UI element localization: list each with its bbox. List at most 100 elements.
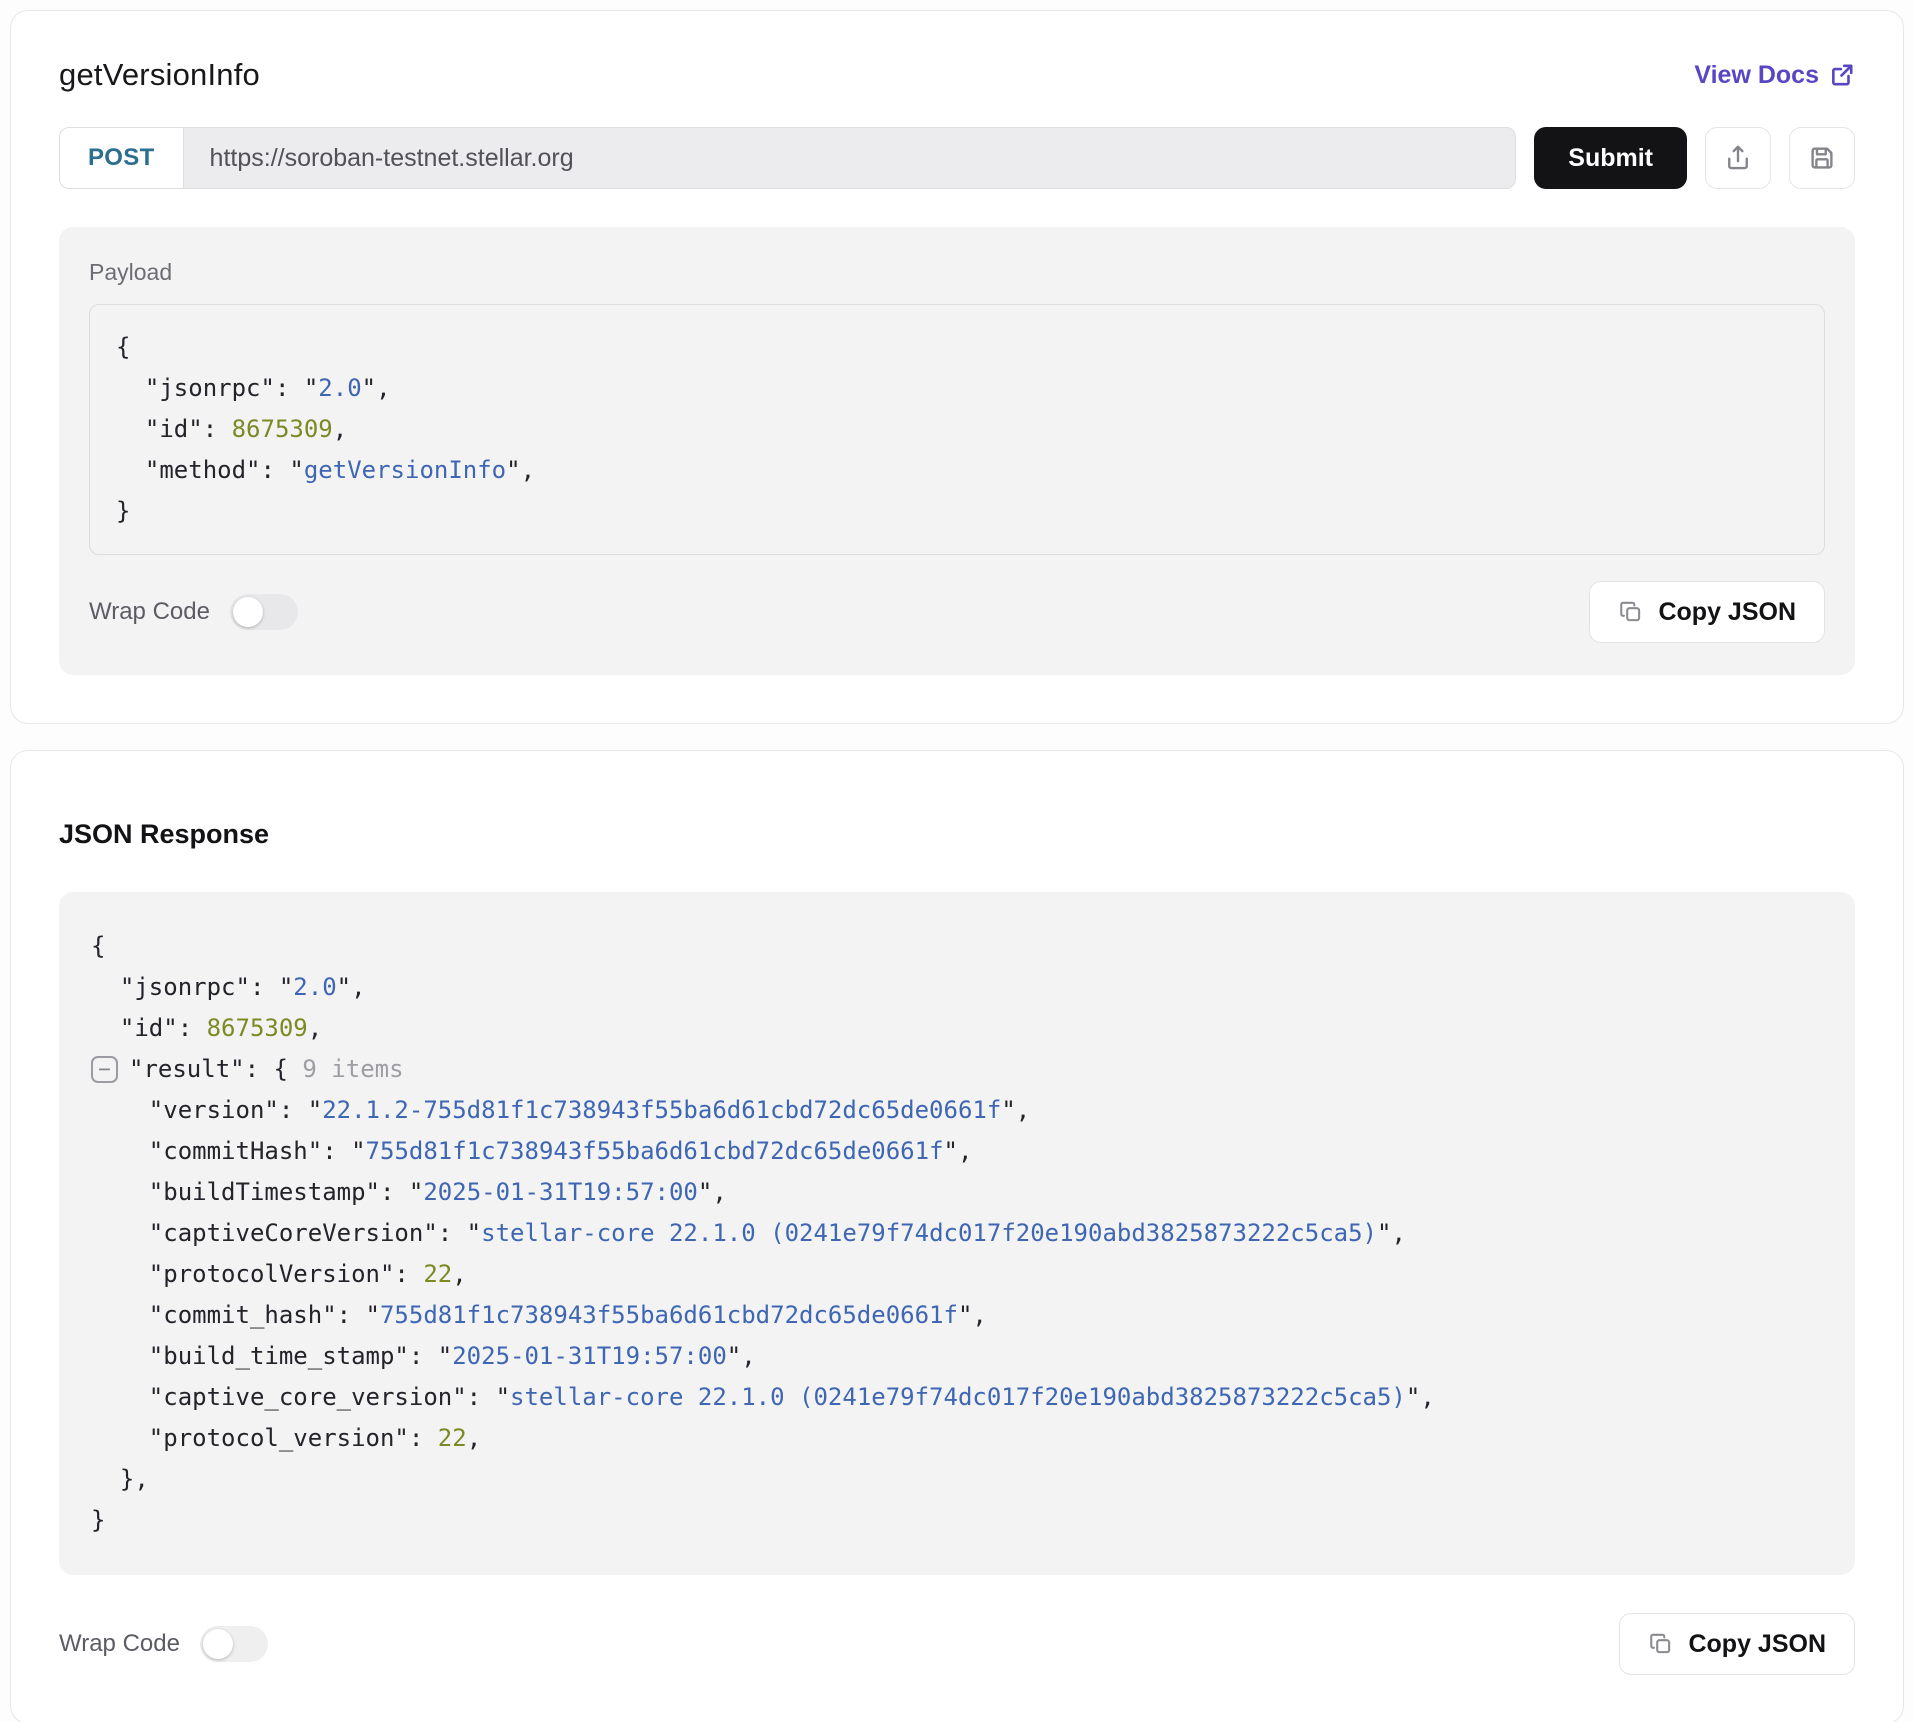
wrap-code-label: Wrap Code bbox=[59, 1630, 180, 1658]
page: getVersionInfo View Docs POST Submit bbox=[0, 0, 1914, 1722]
code-line: } bbox=[91, 1500, 1823, 1541]
response-card: JSON Response { "jsonrpc": "2.0", "id": … bbox=[10, 750, 1904, 1722]
copy-json-label: Copy JSON bbox=[1688, 1630, 1826, 1659]
code-token: ", bbox=[944, 1131, 973, 1172]
wrap-code-control: Wrap Code bbox=[59, 1626, 268, 1662]
code-line: "id": 8675309, bbox=[116, 409, 1798, 450]
copy-icon bbox=[1618, 599, 1644, 625]
code-line: "buildTimestamp": "2025-01-31T19:57:00", bbox=[91, 1172, 1823, 1213]
code-token: { bbox=[116, 327, 130, 368]
code-token: "protocolVersion": bbox=[91, 1254, 423, 1295]
code-token: ", bbox=[958, 1295, 987, 1336]
code-line: { bbox=[91, 926, 1823, 967]
code-line: "id": 8675309, bbox=[91, 1008, 1823, 1049]
submit-button[interactable]: Submit bbox=[1534, 127, 1687, 189]
code-token: "version": " bbox=[91, 1090, 322, 1131]
copy-json-button[interactable]: Copy JSON bbox=[1589, 581, 1825, 643]
http-method-badge: POST bbox=[60, 128, 184, 188]
code-token: , bbox=[467, 1418, 481, 1459]
code-token: ", bbox=[337, 967, 366, 1008]
endpoint-group: POST bbox=[59, 127, 1516, 189]
code-token: "result": { bbox=[129, 1049, 302, 1090]
code-token: ", bbox=[1001, 1090, 1030, 1131]
request-header: getVersionInfo View Docs bbox=[59, 57, 1855, 93]
code-line: { bbox=[116, 327, 1798, 368]
code-token: 755d81f1c738943f55ba6d61cbd72dc65de0661f bbox=[380, 1295, 958, 1336]
code-token: 2.0 bbox=[318, 368, 361, 409]
code-line: "captiveCoreVersion": "stellar-core 22.1… bbox=[91, 1213, 1823, 1254]
code-token: "captiveCoreVersion": " bbox=[91, 1213, 481, 1254]
copy-json-label: Copy JSON bbox=[1658, 598, 1796, 627]
request-card: getVersionInfo View Docs POST Submit bbox=[10, 10, 1904, 724]
code-token: stellar-core 22.1.0 (0241e79f74dc017f20e… bbox=[510, 1377, 1406, 1418]
collapse-toggle-icon[interactable]: − bbox=[91, 1056, 118, 1083]
code-token: 8675309 bbox=[207, 1008, 308, 1049]
code-token: ", bbox=[362, 368, 391, 409]
endpoint-url-input[interactable] bbox=[184, 128, 1516, 188]
code-token: "id": bbox=[116, 409, 232, 450]
save-button[interactable] bbox=[1789, 127, 1855, 189]
code-line: "commitHash": "755d81f1c738943f55ba6d61c… bbox=[91, 1131, 1823, 1172]
share-icon bbox=[1723, 143, 1753, 173]
page-title: getVersionInfo bbox=[59, 57, 260, 93]
toggle-knob bbox=[203, 1629, 233, 1659]
code-line: "commit_hash": "755d81f1c738943f55ba6d61… bbox=[91, 1295, 1823, 1336]
code-token: "method": " bbox=[116, 450, 304, 491]
code-token: ", bbox=[506, 450, 535, 491]
code-line: "version": "22.1.2-755d81f1c738943f55ba6… bbox=[91, 1090, 1823, 1131]
code-line: −"result": { 9 items bbox=[91, 1049, 1823, 1090]
code-token: 2025-01-31T19:57:00 bbox=[423, 1172, 698, 1213]
code-token: stellar-core 22.1.0 (0241e79f74dc017f20e… bbox=[481, 1213, 1377, 1254]
external-link-icon bbox=[1829, 62, 1855, 88]
code-token: 8675309 bbox=[232, 409, 333, 450]
code-line: } bbox=[116, 491, 1798, 532]
code-token: , bbox=[308, 1008, 322, 1049]
payload-footer: Wrap Code Copy JSON bbox=[89, 581, 1825, 643]
share-button[interactable] bbox=[1705, 127, 1771, 189]
copy-json-button[interactable]: Copy JSON bbox=[1619, 1613, 1855, 1675]
view-docs-label: View Docs bbox=[1694, 61, 1819, 90]
code-line: "protocolVersion": 22, bbox=[91, 1254, 1823, 1295]
code-token: 755d81f1c738943f55ba6d61cbd72dc65de0661f bbox=[366, 1131, 944, 1172]
code-token: , bbox=[452, 1254, 466, 1295]
payload-label: Payload bbox=[89, 259, 1825, 286]
code-token: , bbox=[333, 409, 347, 450]
toggle-knob bbox=[233, 597, 263, 627]
response-title: JSON Response bbox=[59, 819, 1855, 850]
code-token: ", bbox=[1377, 1213, 1406, 1254]
code-token: "commit_hash": " bbox=[91, 1295, 380, 1336]
view-docs-link[interactable]: View Docs bbox=[1694, 61, 1855, 90]
code-token: getVersionInfo bbox=[304, 450, 506, 491]
response-footer: Wrap Code Copy JSON bbox=[59, 1613, 1855, 1675]
payload-panel: Payload { "jsonrpc": "2.0", "id": 867530… bbox=[59, 227, 1855, 675]
code-token: "build_time_stamp": " bbox=[91, 1336, 452, 1377]
wrap-code-toggle[interactable] bbox=[200, 1626, 268, 1662]
code-token: ", bbox=[1406, 1377, 1435, 1418]
code-token: 22 bbox=[423, 1254, 452, 1295]
code-token: 22.1.2-755d81f1c738943f55ba6d61cbd72dc65… bbox=[322, 1090, 1001, 1131]
save-icon bbox=[1807, 143, 1837, 173]
code-token: } bbox=[116, 491, 130, 532]
code-line: "build_time_stamp": "2025-01-31T19:57:00… bbox=[91, 1336, 1823, 1377]
wrap-code-toggle[interactable] bbox=[230, 594, 298, 630]
code-token: "buildTimestamp": " bbox=[91, 1172, 423, 1213]
copy-icon bbox=[1648, 1631, 1674, 1657]
code-token: 22 bbox=[438, 1418, 467, 1459]
code-token: "captive_core_version": " bbox=[91, 1377, 510, 1418]
endpoint-row: POST Submit bbox=[59, 127, 1855, 189]
code-line: "jsonrpc": "2.0", bbox=[116, 368, 1798, 409]
code-token: "jsonrpc": " bbox=[91, 967, 293, 1008]
code-token: "id": bbox=[91, 1008, 207, 1049]
code-token: ", bbox=[727, 1336, 756, 1377]
code-token: "protocol_version": bbox=[91, 1418, 438, 1459]
code-token: }, bbox=[91, 1459, 149, 1500]
wrap-code-control: Wrap Code bbox=[89, 594, 298, 630]
code-token: "jsonrpc": " bbox=[116, 368, 318, 409]
code-token: { bbox=[91, 926, 105, 967]
code-token: "commitHash": " bbox=[91, 1131, 366, 1172]
code-line: }, bbox=[91, 1459, 1823, 1500]
code-line: "method": "getVersionInfo", bbox=[116, 450, 1798, 491]
payload-code-editor[interactable]: { "jsonrpc": "2.0", "id": 8675309, "meth… bbox=[89, 304, 1825, 555]
wrap-code-label: Wrap Code bbox=[89, 598, 210, 626]
code-token: ", bbox=[698, 1172, 727, 1213]
